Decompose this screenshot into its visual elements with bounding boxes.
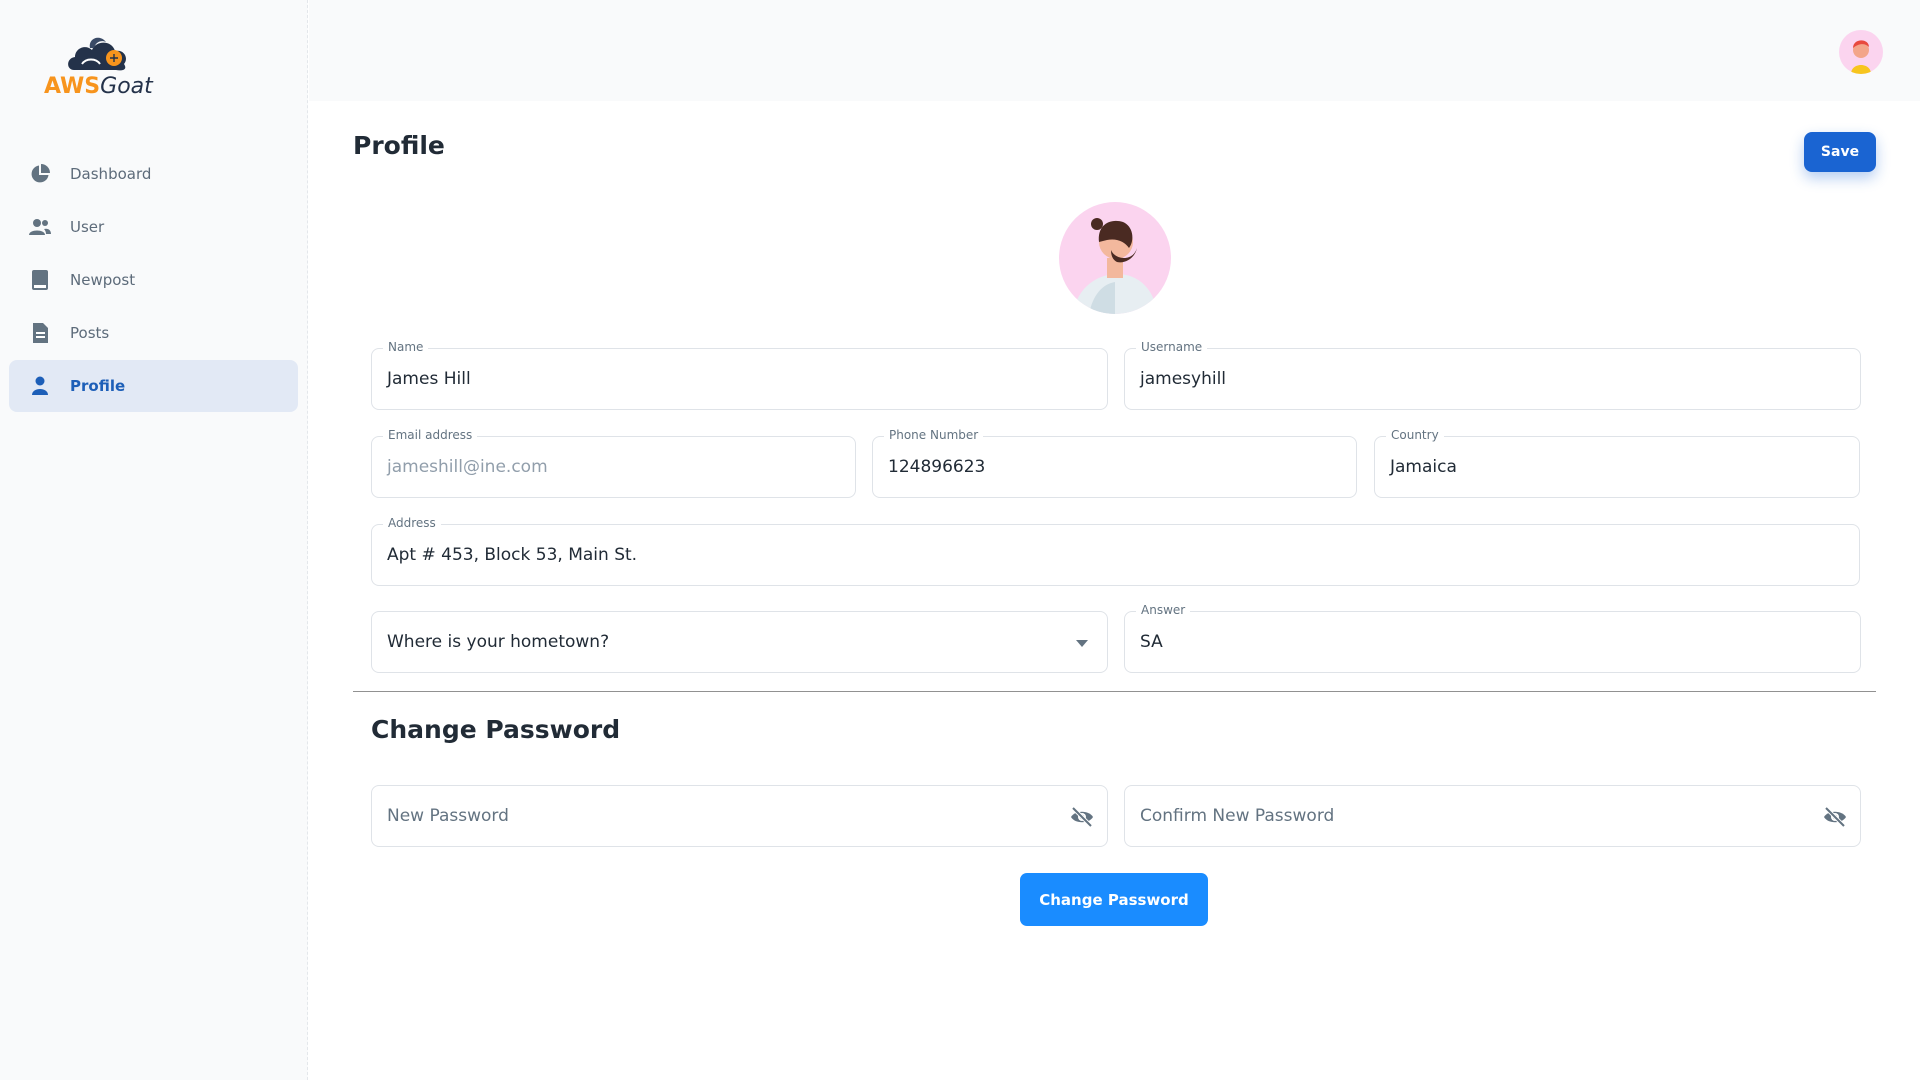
- logo-text: AWSGoat: [44, 74, 153, 99]
- change-password-title: Change Password: [371, 715, 621, 744]
- users-icon: [29, 216, 51, 238]
- security-question-value: Where is your hometown?: [387, 632, 610, 652]
- email-value: jameshill@ine.com: [387, 457, 548, 477]
- page-title: Profile: [353, 131, 445, 160]
- sidebar-item-label: Dashboard: [70, 165, 152, 183]
- change-password-button[interactable]: Change Password: [1020, 873, 1208, 926]
- phone-field[interactable]: Phone Number 124896623: [872, 428, 1357, 498]
- section-divider: [353, 691, 1876, 692]
- sidebar-item-dashboard[interactable]: Dashboard: [9, 148, 298, 200]
- avatar-icon: [1851, 40, 1871, 74]
- profile-page: Profile Save Name James Hill Username ja…: [309, 101, 1920, 1080]
- person-icon: [29, 375, 51, 397]
- name-field[interactable]: Name James Hill: [371, 340, 1108, 410]
- eye-off-icon[interactable]: [1069, 804, 1095, 830]
- answer-field[interactable]: Answer SA: [1124, 603, 1861, 673]
- goat-cloud-icon: [68, 37, 126, 71]
- username-value: jamesyhill: [1140, 369, 1227, 389]
- pie-chart-icon: [29, 163, 51, 185]
- sidebar-item-posts[interactable]: Posts: [9, 307, 298, 359]
- sidebar-nav: Dashboard User Newpost Posts Profile: [9, 148, 298, 413]
- sidebar-item-newpost[interactable]: Newpost: [9, 254, 298, 306]
- username-field[interactable]: Username jamesyhill: [1124, 340, 1861, 410]
- new-password-placeholder: New Password: [387, 806, 509, 826]
- country-value: Jamaica: [1390, 457, 1457, 477]
- save-button[interactable]: Save: [1804, 132, 1876, 172]
- address-field[interactable]: Address Apt # 453, Block 53, Main St.: [371, 516, 1860, 586]
- document-icon: [29, 322, 51, 344]
- sidebar-item-label: Newpost: [70, 271, 136, 289]
- confirm-password-placeholder: Confirm New Password: [1140, 806, 1335, 826]
- sidebar: AWSGoat Dashboard User Newpost Posts Pro…: [0, 0, 308, 1080]
- security-question-select[interactable]: Where is your hometown?: [371, 611, 1108, 673]
- sidebar-item-profile[interactable]: Profile: [9, 360, 298, 412]
- sidebar-item-user[interactable]: User: [9, 201, 298, 253]
- email-field[interactable]: Email address jameshill@ine.com: [371, 428, 856, 498]
- address-value: Apt # 453, Block 53, Main St.: [387, 545, 638, 565]
- sidebar-item-label: Profile: [70, 377, 126, 395]
- answer-value: SA: [1140, 632, 1163, 652]
- caret-down-icon[interactable]: [1069, 630, 1095, 656]
- country-field[interactable]: Country Jamaica: [1374, 428, 1860, 498]
- logo-aws-text: AWS: [44, 74, 101, 99]
- profile-avatar[interactable]: [1059, 202, 1171, 314]
- book-icon: [29, 269, 51, 291]
- phone-value: 124896623: [888, 457, 986, 477]
- new-password-field[interactable]: New Password: [371, 785, 1108, 847]
- confirm-password-field[interactable]: Confirm New Password: [1124, 785, 1861, 847]
- eye-off-icon[interactable]: [1822, 804, 1848, 830]
- name-value: James Hill: [387, 369, 471, 389]
- top-bar: [309, 0, 1920, 101]
- avatar-illustration-icon: [1073, 218, 1157, 314]
- logo-goat-text: Goat: [100, 74, 153, 99]
- sidebar-item-label: Posts: [70, 324, 110, 342]
- sidebar-item-label: User: [70, 218, 105, 236]
- account-avatar[interactable]: [1839, 30, 1883, 74]
- awsgoat-logo[interactable]: AWSGoat: [40, 34, 170, 104]
